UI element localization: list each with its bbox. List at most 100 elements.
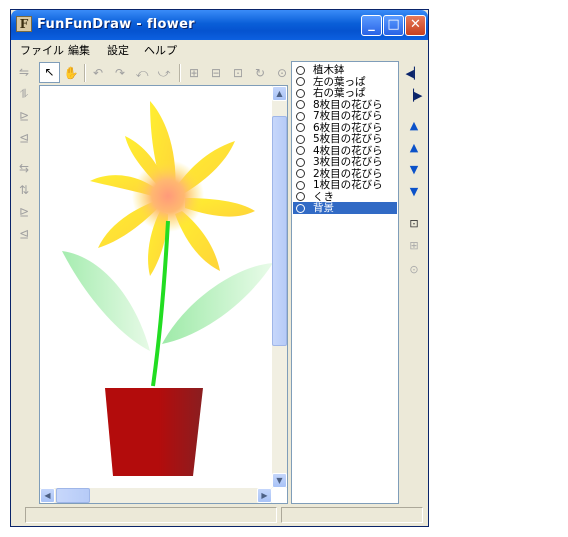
close-icon: ✕ (410, 17, 421, 32)
align-left-icon[interactable]: ⊴ (14, 128, 34, 148)
layer-label: 5枚目の花びら (313, 133, 383, 145)
toolbar-separator (84, 64, 86, 82)
scroll-up-icon[interactable]: ▲ (272, 86, 287, 101)
skew-right-icon[interactable]: ⤻ (154, 63, 174, 83)
layer-label: 背景 (313, 202, 334, 214)
layer-label: 4枚目の花びら (313, 144, 383, 157)
zoom-icon[interactable]: ⊙ (272, 63, 292, 83)
layer-radio[interactable] (296, 180, 305, 190)
layer-label: 右の葉っぱ (313, 87, 366, 99)
layer-item[interactable]: 8枚目の花びら (293, 99, 397, 111)
align-bottom-icon[interactable]: ⊵ (14, 106, 34, 126)
refresh-icon[interactable]: ↻ (250, 63, 270, 83)
layer-item[interactable]: 左の葉っぱ (293, 76, 397, 88)
send-to-back-icon[interactable]: ▼ (404, 183, 424, 201)
vertical-scrollbar[interactable]: ▲ ▼ (272, 86, 287, 488)
minimize-icon: _ (368, 17, 375, 32)
layer-radio[interactable] (296, 134, 305, 144)
layer-label: 植木鉢 (313, 64, 345, 76)
drawing-canvas[interactable] (39, 85, 288, 504)
app-icon[interactable]: F (16, 16, 32, 32)
layer-label: 6枚目の花びら (313, 121, 383, 134)
layer-label: 3枚目の花びら (313, 156, 383, 168)
move-left-icon[interactable]: ⊴ (14, 224, 34, 244)
swap-horizontal-icon[interactable]: ⇆ (14, 158, 34, 178)
layer-item[interactable]: くき (293, 191, 397, 203)
layer-list: 植木鉢 左の葉っぱ 右の葉っぱ 8枚目の花びら 7枚目の花びら 6枚目の花びら … (291, 61, 399, 504)
layer-item[interactable]: 右の葉っぱ (293, 87, 397, 99)
layer-label: 1枚目の花びら (313, 179, 383, 191)
minimize-button[interactable]: _ (361, 15, 382, 36)
bring-to-front-icon[interactable]: ▲ (404, 117, 424, 135)
layer-radio[interactable] (296, 123, 305, 132)
maximize-button[interactable]: □ (383, 15, 404, 36)
status-panel (281, 507, 423, 523)
status-panel (25, 507, 277, 523)
send-backward-icon[interactable]: ▼ (404, 161, 424, 179)
layer-radio[interactable] (296, 111, 305, 121)
swap-vertical-icon[interactable]: ⇅ (14, 180, 34, 200)
close-button[interactable]: ✕ (405, 15, 426, 36)
layer-item[interactable]: 7枚目の花びら (293, 110, 397, 122)
left-toolbar: ⇋ ⥮ ⊵ ⊴ ⇆ ⇅ ⊵ ⊴ (14, 62, 36, 492)
scroll-left-icon[interactable]: ◀ (40, 488, 55, 503)
layer-item[interactable]: 6枚目の花びら (293, 122, 397, 134)
flower-drawing (62, 101, 273, 476)
previous-icon[interactable]: ◀▏ (404, 65, 424, 83)
fit-icon[interactable]: ⊞ (184, 63, 204, 83)
move-down-icon[interactable]: ⊵ (14, 202, 34, 222)
horizontal-scroll-thumb[interactable] (56, 488, 90, 503)
layer-item[interactable]: 4枚目の花びら (293, 145, 397, 157)
layer-radio[interactable] (296, 169, 305, 178)
menu-help[interactable]: ヘルプ (144, 42, 177, 58)
fit-height-icon[interactable]: ⊡ (228, 63, 248, 83)
layer-label: 7枚目の花びら (313, 110, 383, 122)
layer-radio[interactable] (296, 77, 305, 86)
menu-settings[interactable]: 設定 (107, 42, 129, 58)
bring-forward-icon[interactable]: ▲ (404, 139, 424, 157)
layer-radio[interactable] (296, 65, 305, 75)
status-bar (13, 505, 426, 524)
layer-label: くき (313, 190, 334, 203)
scroll-down-icon[interactable]: ▼ (272, 473, 287, 488)
menu-file[interactable]: ファイル (20, 42, 64, 58)
scroll-right-icon[interactable]: ▶ (257, 488, 272, 503)
layer-radio[interactable] (296, 203, 305, 213)
layer-item[interactable]: 植木鉢 (293, 64, 397, 76)
layer-radio[interactable] (296, 88, 305, 98)
add-layer-icon[interactable]: ⊡ (404, 215, 424, 233)
select-arrow-icon[interactable]: ↖ (39, 62, 60, 83)
flip-vertical-icon[interactable]: ⥮ (14, 84, 34, 104)
hand-icon[interactable]: ✋ (61, 63, 81, 83)
right-leaf (162, 263, 273, 344)
menu-edit[interactable]: 編集 (68, 42, 90, 58)
menu-bar: ファイル 編集 設定 ヘルプ (11, 40, 428, 59)
app-window: F FunFunDraw - flower _ □ ✕ ファイル 編集 設定 ヘ… (10, 9, 429, 527)
window-title: FunFunDraw - flower (37, 17, 195, 32)
layer-item[interactable]: 2枚目の花びら (293, 168, 397, 180)
duplicate-layer-icon[interactable]: ⊞ (404, 237, 424, 255)
layer-item-selected[interactable]: 背景 (293, 202, 397, 214)
maximize-icon: □ (387, 17, 400, 32)
horizontal-scrollbar[interactable]: ◀ ▶ (40, 488, 272, 503)
skew-left-icon[interactable]: ⤺ (132, 63, 152, 83)
rotate-right-icon[interactable]: ↷ (110, 63, 130, 83)
right-toolbar: ◀▏ ▕▶ ▲ ▲ ▼ ▼ ⊡ ⊞ ⊙ (401, 61, 427, 491)
next-icon[interactable]: ▕▶ (404, 87, 424, 105)
layer-radio[interactable] (296, 146, 305, 155)
layer-label: 左の葉っぱ (313, 75, 366, 88)
layer-radio[interactable] (296, 157, 305, 167)
layer-radio[interactable] (296, 100, 305, 109)
properties-icon[interactable]: ⊙ (404, 261, 424, 279)
vertical-scroll-thumb[interactable] (272, 116, 287, 346)
layer-radio[interactable] (296, 192, 305, 201)
toolbar-separator (179, 64, 181, 82)
layer-item[interactable]: 5枚目の花びら (293, 133, 397, 145)
rotate-left-icon[interactable]: ↶ (88, 63, 108, 83)
fit-width-icon[interactable]: ⊟ (206, 63, 226, 83)
flip-horizontal-icon[interactable]: ⇋ (14, 62, 34, 82)
title-bar[interactable]: F FunFunDraw - flower _ □ ✕ (11, 10, 428, 40)
layer-item[interactable]: 1枚目の花びら (293, 179, 397, 191)
layer-item[interactable]: 3枚目の花びら (293, 156, 397, 168)
left-leaf (62, 251, 150, 351)
